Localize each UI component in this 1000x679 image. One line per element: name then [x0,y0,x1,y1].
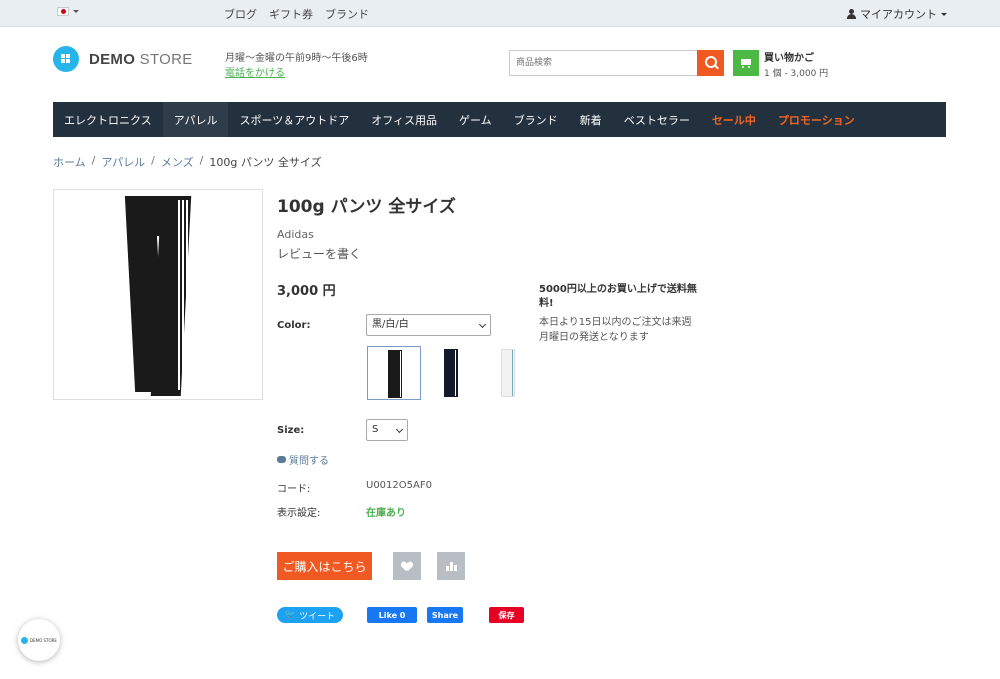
breadcrumb-separator: / [91,154,96,167]
shipping-note: 本日より15日以内のご注文は来週月曜日の発送となります [539,317,692,343]
buy-button[interactable]: ご購入はこちら [277,552,372,580]
breadcrumb-separator: / [151,154,155,167]
product-price: 3,000 円 [277,284,336,299]
facebook-share-button[interactable]: Share [427,607,463,623]
nav-sale[interactable]: セール中 [701,102,767,137]
breadcrumb-home[interactable]: ホーム [53,154,86,170]
account-menu[interactable]: マイアカウント [847,6,947,22]
search-box [509,50,724,76]
breadcrumb-current: 100g パンツ 全サイズ [209,156,322,169]
user-icon [847,9,856,19]
top-link-brand[interactable]: ブランド [325,6,369,22]
logo-icon [53,46,79,72]
nav-electronics[interactable]: エレクトロニクス [53,102,163,137]
product-title: 100g パンツ 全サイズ [277,197,456,217]
search-button[interactable] [697,50,724,76]
nav-promotions[interactable]: プロモーション [767,102,866,137]
account-label: マイアカウント [860,8,937,21]
code-label: コード: [277,484,311,495]
size-select[interactable]: S [366,419,408,441]
chevron-down-icon [941,12,947,16]
top-bar: ブログ ギフト券 ブランド マイアカウント [0,0,1000,27]
product-main-image[interactable] [53,189,263,400]
pants-image [124,196,192,396]
chat-icon [277,456,286,463]
business-hours: 月曜～金曜の午前9時～午後6時 [225,53,368,64]
pinterest-save-button[interactable]: 保存 [489,607,524,623]
size-label: Size: [277,425,305,436]
color-select[interactable]: 黒/白/白 [366,314,491,336]
top-link-gift-card[interactable]: ギフト券 [269,6,313,22]
cart-title[interactable]: 買い物かご [764,49,814,64]
compare-button[interactable] [437,552,465,580]
logo-icon [21,636,29,644]
shipping-title: 5000円以上のお買い上げで送料無料! [539,284,697,309]
availability-label: 表示設定: [277,508,321,519]
size-selected-value: S [372,424,379,435]
twitter-icon: 🐦 [284,610,297,620]
store-logo[interactable]: DEMO STORE [53,46,193,72]
color-swatch-navy[interactable] [424,346,478,400]
chevron-down-icon[interactable] [73,10,79,13]
chevron-down-icon [395,425,404,434]
breadcrumb-separator: / [199,154,204,167]
logo-text: DEMO STORE [89,50,193,68]
nav-sports-outdoor[interactable]: スポーツ＆アウトドア [228,102,360,137]
nav-brands[interactable]: ブランド [503,102,569,137]
top-link-blog[interactable]: ブログ [224,6,257,22]
main-nav: エレクトロニクス アパレル スポーツ＆アウトドア オフィス用品 ゲーム ブランド… [53,102,946,137]
cart-summary[interactable]: 1 個 - 3,000 円 [764,66,828,79]
badge-text: DEMO STORE [30,637,57,643]
cart-icon[interactable] [733,50,759,76]
color-label: Color: [277,320,311,331]
search-input[interactable] [510,51,695,75]
breadcrumb: ホーム / アパレル / メンズ / 100g パンツ 全サイズ [53,154,322,170]
wishlist-button[interactable] [393,552,421,580]
write-review-link[interactable]: レビューを書く [277,245,361,262]
nav-games[interactable]: ゲーム [448,102,503,137]
japan-flag-icon[interactable] [57,7,69,16]
chevron-down-icon [478,320,487,329]
breadcrumb-apparel[interactable]: アパレル [101,154,145,170]
facebook-like-button[interactable]: Like 0 [367,607,417,623]
availability-value: 在庫あり [366,508,406,519]
ask-question-link[interactable]: 質問する [277,452,329,467]
color-swatch-white[interactable] [481,346,535,400]
nav-office[interactable]: オフィス用品 [360,102,448,137]
code-value: U0012O5AF0 [366,480,432,491]
nav-apparel[interactable]: アパレル [162,102,229,137]
heart-icon [402,562,412,571]
tweet-label: ツイート [299,611,336,622]
breadcrumb-mens[interactable]: メンズ [161,154,194,170]
nav-new[interactable]: 新着 [569,102,613,137]
color-swatch-black[interactable] [367,346,421,400]
ask-question-label: 質問する [289,456,329,467]
store-badge[interactable]: DEMO STORE [18,619,60,661]
top-links: ブログ ギフト券 ブランド [224,6,369,22]
nav-bestsellers[interactable]: ベストセラー [613,102,701,137]
tweet-button[interactable]: 🐦 ツイート [277,607,343,623]
color-selected-value: 黒/白/白 [372,319,409,330]
call-link[interactable]: 電話をかける [225,64,285,79]
product-brand[interactable]: Adidas [277,228,314,241]
